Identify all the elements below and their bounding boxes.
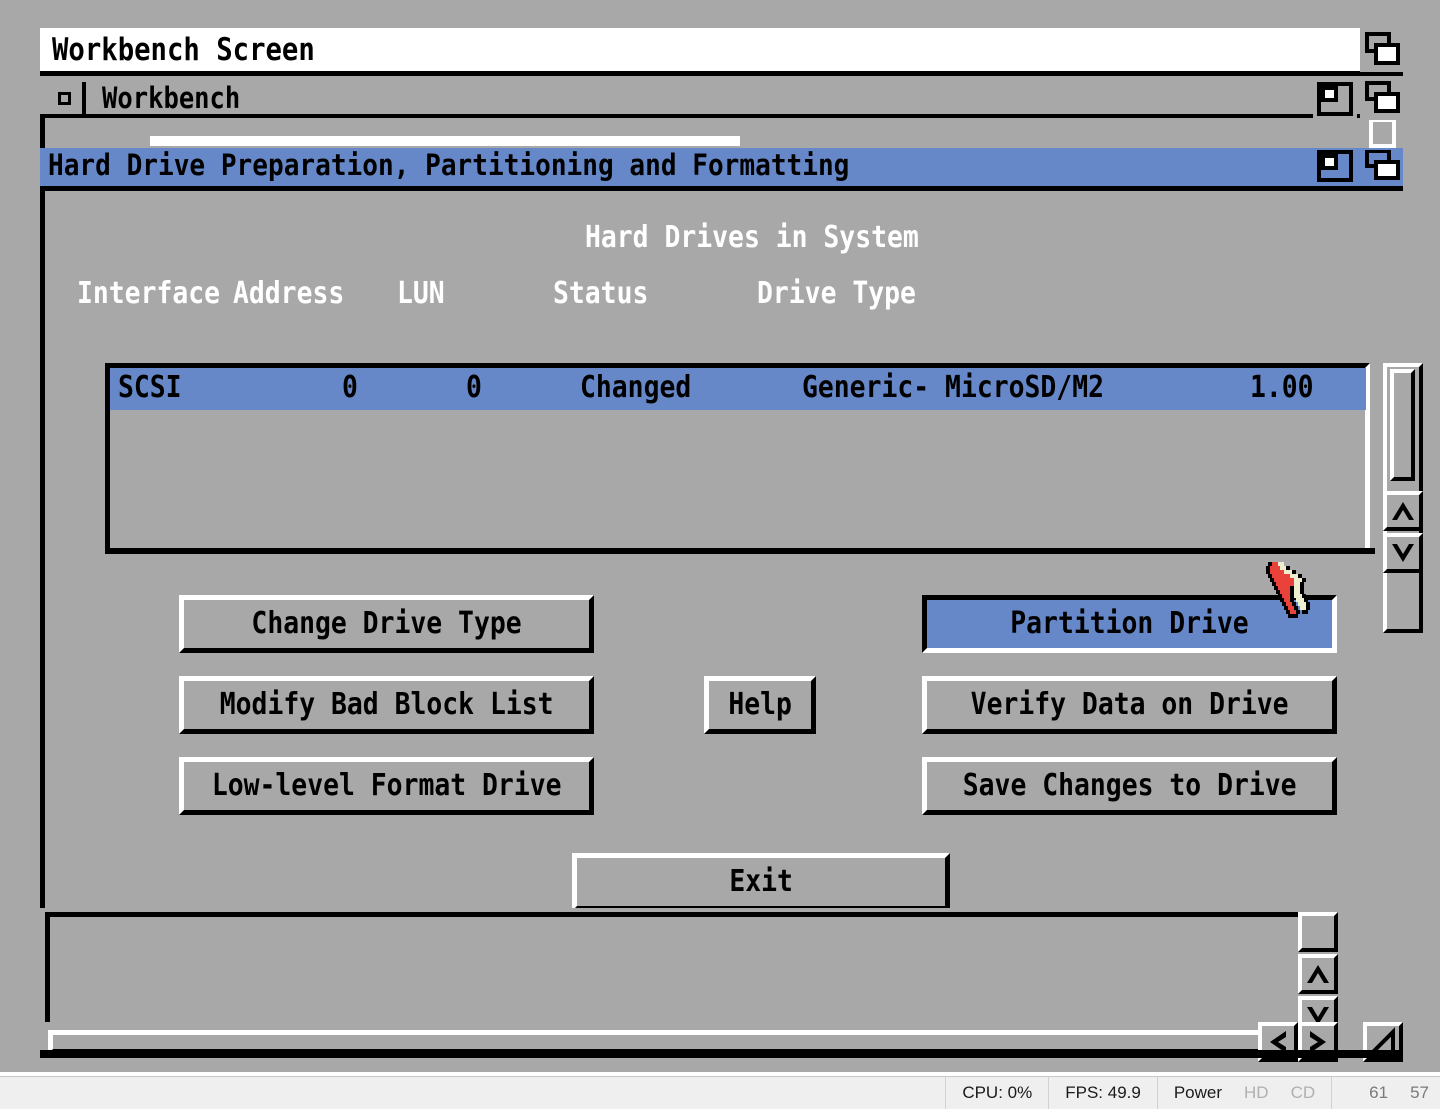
hd-window-top-highlight [150, 136, 740, 146]
hdtoolbox-zoom-gadget[interactable] [1313, 150, 1357, 184]
workbench-screen: Workbench Screen Workbench Hard Drive Pr… [0, 0, 1440, 1072]
hdtoolbox-body: Hard Drives in System Interface Address … [40, 186, 1423, 911]
cell-status: Changed [580, 370, 692, 405]
drive-list-scrollbar-thumb[interactable] [1390, 369, 1415, 481]
partition-drive-label: Partition Drive [1010, 606, 1249, 641]
column-header-status: Status [553, 276, 649, 311]
status-fps[interactable]: FPS: 49.9 [1048, 1077, 1157, 1109]
status-power-led[interactable]: Power [1156, 1077, 1238, 1109]
column-header-interface: Interface [77, 276, 221, 311]
drive-list-shadow [105, 548, 1375, 554]
screen-depth-gadget[interactable] [1360, 28, 1403, 72]
drive-list[interactable]: SCSI 0 0 Changed Generic- MicroSD/M2 1.0… [105, 363, 1370, 553]
drawer-titlebar[interactable]: Workbench [40, 80, 1403, 118]
low-level-format-drive-button[interactable]: Low-level Format Drive [179, 757, 594, 815]
screen-title: Workbench Screen [52, 32, 315, 68]
drawer-vertical-scroll-thumb[interactable] [1298, 912, 1338, 952]
table-row[interactable]: SCSI 0 0 Changed Generic- MicroSD/M2 1.0… [110, 368, 1366, 410]
help-label: Help [728, 687, 792, 722]
verify-data-on-drive-label: Verify Data on Drive [970, 687, 1289, 722]
emulator-status-bar: CPU: 0% FPS: 49.9 Power HD CD 61 57 [0, 1076, 1440, 1109]
save-changes-to-drive-button[interactable]: Save Changes to Drive [922, 757, 1337, 815]
save-changes-to-drive-label: Save Changes to Drive [962, 768, 1297, 803]
drawer-depth-gadget[interactable] [1360, 80, 1403, 118]
status-value-2[interactable]: 57 [1399, 1077, 1440, 1109]
status-value-1[interactable]: 61 [1358, 1077, 1399, 1109]
column-header-lun: LUN [397, 276, 445, 311]
close-gadget-icon [58, 92, 71, 105]
status-spacer [1331, 1077, 1358, 1109]
drawer-secondary-gadget[interactable] [1368, 120, 1396, 150]
cell-interface: SCSI [118, 370, 182, 405]
hdtoolbox-window: Hard Drive Preparation, Partitioning and… [40, 148, 1423, 911]
hdtoolbox-titlebar[interactable]: Hard Drive Preparation, Partitioning and… [40, 148, 1403, 186]
drawer-bottom-panel [40, 908, 1403, 1062]
cell-address: 0 [342, 370, 358, 405]
modify-bad-block-list-label: Modify Bad Block List [219, 687, 554, 722]
exit-button[interactable]: Exit [572, 853, 950, 911]
hdtoolbox-depth-gadget[interactable] [1360, 150, 1403, 184]
hard-drives-heading: Hard Drives in System [585, 220, 919, 255]
drawer-bottom-border [40, 1050, 1403, 1058]
exit-label: Exit [729, 864, 793, 899]
scroll-down-arrow-button[interactable] [1383, 533, 1423, 573]
close-gadget[interactable] [46, 82, 86, 114]
partition-drive-button[interactable]: Partition Drive [922, 595, 1337, 653]
drawer-scroll-up-button[interactable] [1298, 954, 1338, 994]
hdtoolbox-title: Hard Drive Preparation, Partitioning and… [48, 148, 850, 182]
column-header-address: Address [233, 276, 345, 311]
cell-drive-type: Generic- MicroSD/M2 [802, 370, 1104, 405]
modify-bad-block-list-button[interactable]: Modify Bad Block List [179, 676, 594, 734]
emulator-root: Workbench Screen Workbench Hard Drive Pr… [0, 0, 1440, 1109]
low-level-format-drive-label: Low-level Format Drive [211, 768, 562, 803]
help-button[interactable]: Help [704, 676, 816, 734]
drawer-title: Workbench [102, 81, 241, 115]
status-cd-led[interactable]: CD [1285, 1077, 1332, 1109]
column-header-drive-type: Drive Type [757, 276, 916, 311]
status-hd-led[interactable]: HD [1238, 1077, 1285, 1109]
status-cpu[interactable]: CPU: 0% [945, 1077, 1048, 1109]
drawer-content-area[interactable] [45, 912, 1328, 1022]
cell-version: 1.00 [1250, 370, 1314, 405]
change-drive-type-button[interactable]: Change Drive Type [179, 595, 594, 653]
scroll-up-arrow-button[interactable] [1383, 491, 1423, 531]
cell-lun: 0 [466, 370, 482, 405]
screen-titlebar[interactable]: Workbench Screen [40, 28, 1403, 76]
verify-data-on-drive-button[interactable]: Verify Data on Drive [922, 676, 1337, 734]
change-drive-type-label: Change Drive Type [251, 606, 522, 641]
drawer-zoom-gadget[interactable] [1313, 80, 1357, 118]
